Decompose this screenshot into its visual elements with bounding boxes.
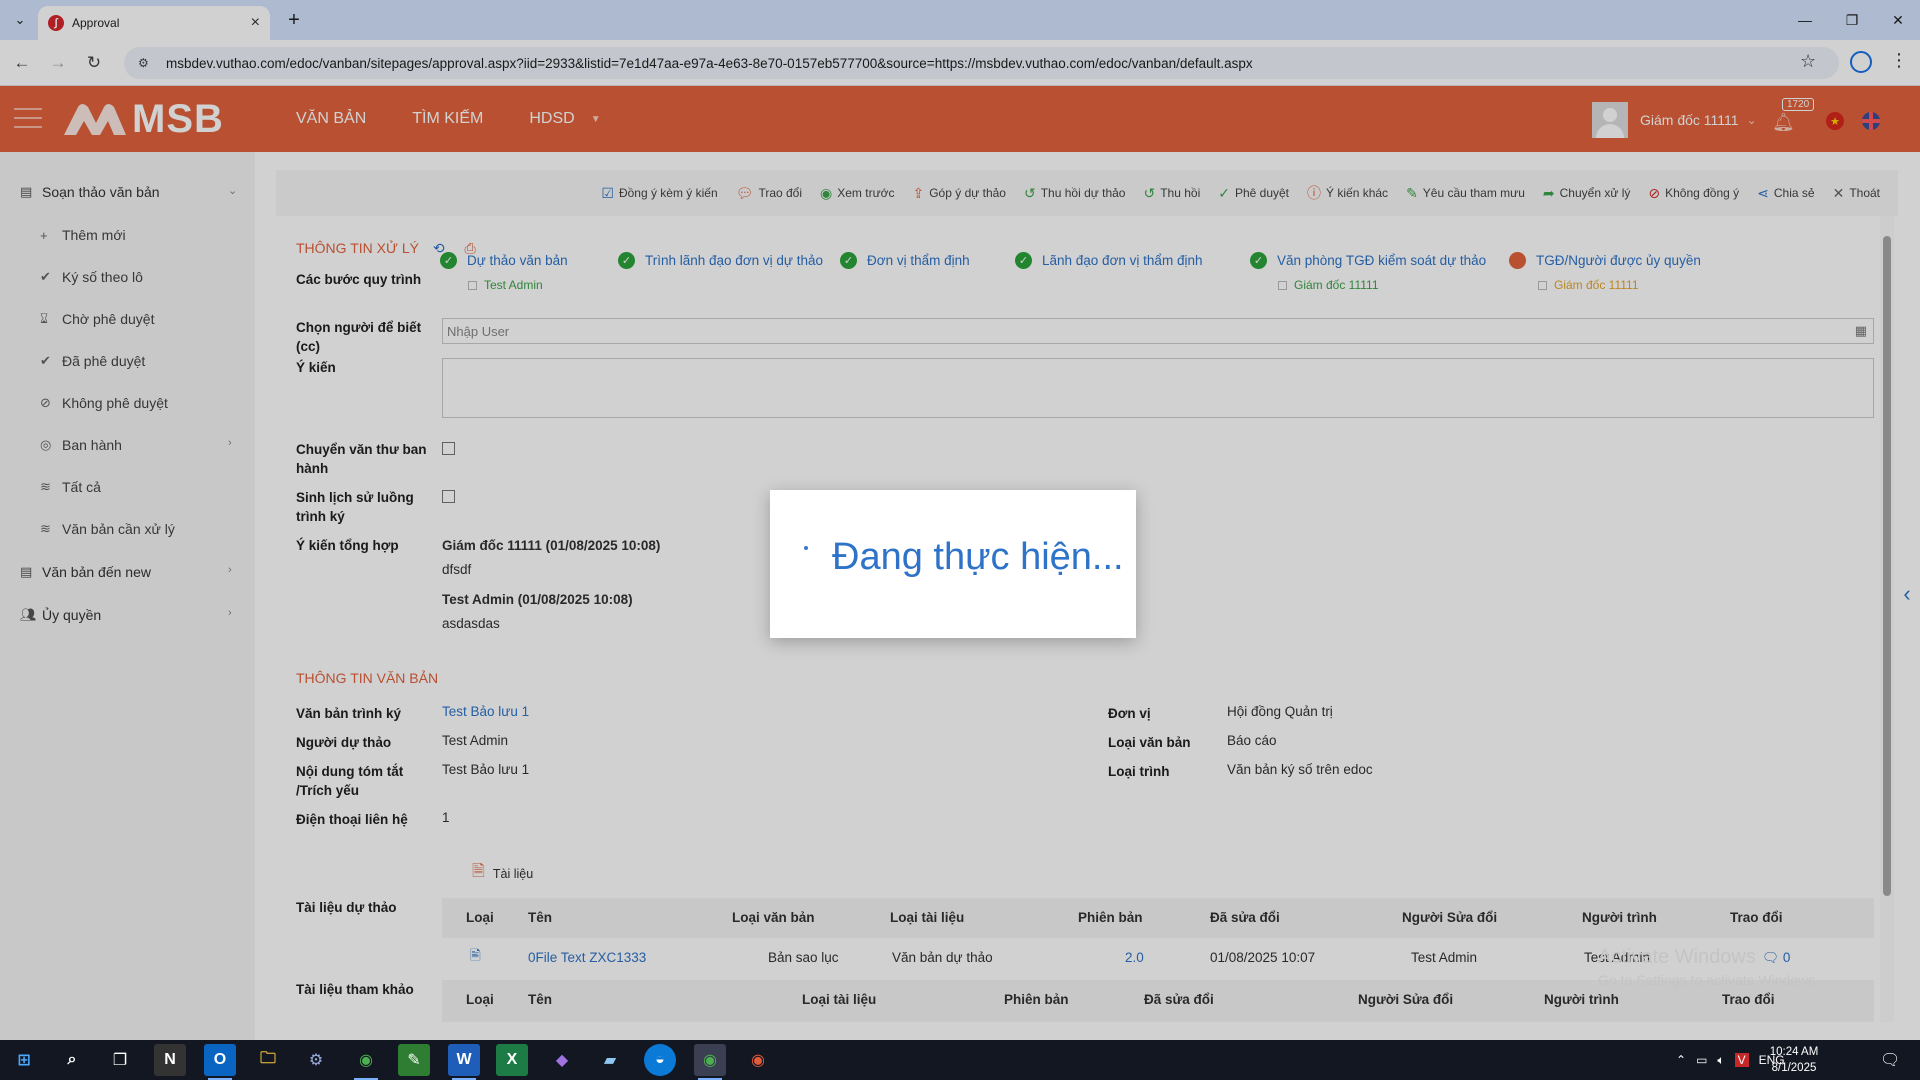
activate-windows-title: Activate Windows (1598, 946, 1756, 968)
network-app-icon[interactable]: ⚙ (300, 1044, 332, 1076)
outlook-icon[interactable]: O (204, 1044, 236, 1080)
visual-studio-icon[interactable]: ◆ (546, 1044, 578, 1076)
word-icon[interactable]: W (448, 1044, 480, 1080)
notepad-icon[interactable]: ✎ (398, 1044, 430, 1076)
clock-date: 8/1/2025 (1771, 1062, 1817, 1074)
activate-windows-subtitle: Go to Settings to activate Windows. (1598, 972, 1819, 988)
app-icon[interactable]: ▰ (594, 1044, 626, 1076)
clock-time: 10:24 AM (1769, 1046, 1819, 1058)
chevron-up-icon[interactable]: ⌃ (1676, 1053, 1686, 1067)
spinner-icon (804, 546, 808, 550)
search-icon[interactable]: ⌕ (56, 1044, 88, 1076)
file-explorer-icon[interactable]: 🗀︎ (252, 1044, 284, 1076)
notification-center-icon[interactable]: 🗨︎ (1880, 1040, 1900, 1080)
windows-start-icon[interactable]: ⊞ (8, 1044, 40, 1076)
windows-taskbar: ⊞ ⌕ ❐ N O 🗀︎ ⚙ ◉ ✎ W X ◆ ▰ ◒ ◉ ◉ ⌃ ▭ 🔈︎ … (0, 1040, 1920, 1080)
chrome-active-icon[interactable]: ◉ (694, 1044, 726, 1080)
taskbar-clock[interactable]: 10:24 AM 8/1/2025 (1756, 1044, 1832, 1076)
chrome-icon[interactable]: ◉ (350, 1044, 382, 1080)
zalo-icon[interactable]: ◒ (644, 1044, 676, 1076)
loading-dialog: Đang thực hiện... (770, 490, 1136, 638)
loading-text: Đang thực hiện... (832, 536, 1124, 578)
excel-icon[interactable]: X (496, 1044, 528, 1076)
network-icon[interactable]: ▭ (1696, 1053, 1707, 1067)
antivirus-icon[interactable]: V (1734, 1053, 1749, 1067)
task-view-icon[interactable]: ❐ (104, 1044, 136, 1076)
chrome-icon[interactable]: ◉ (742, 1044, 774, 1076)
notion-icon[interactable]: N (154, 1044, 186, 1076)
volume-icon[interactable]: 🔈︎ (1717, 1053, 1724, 1068)
